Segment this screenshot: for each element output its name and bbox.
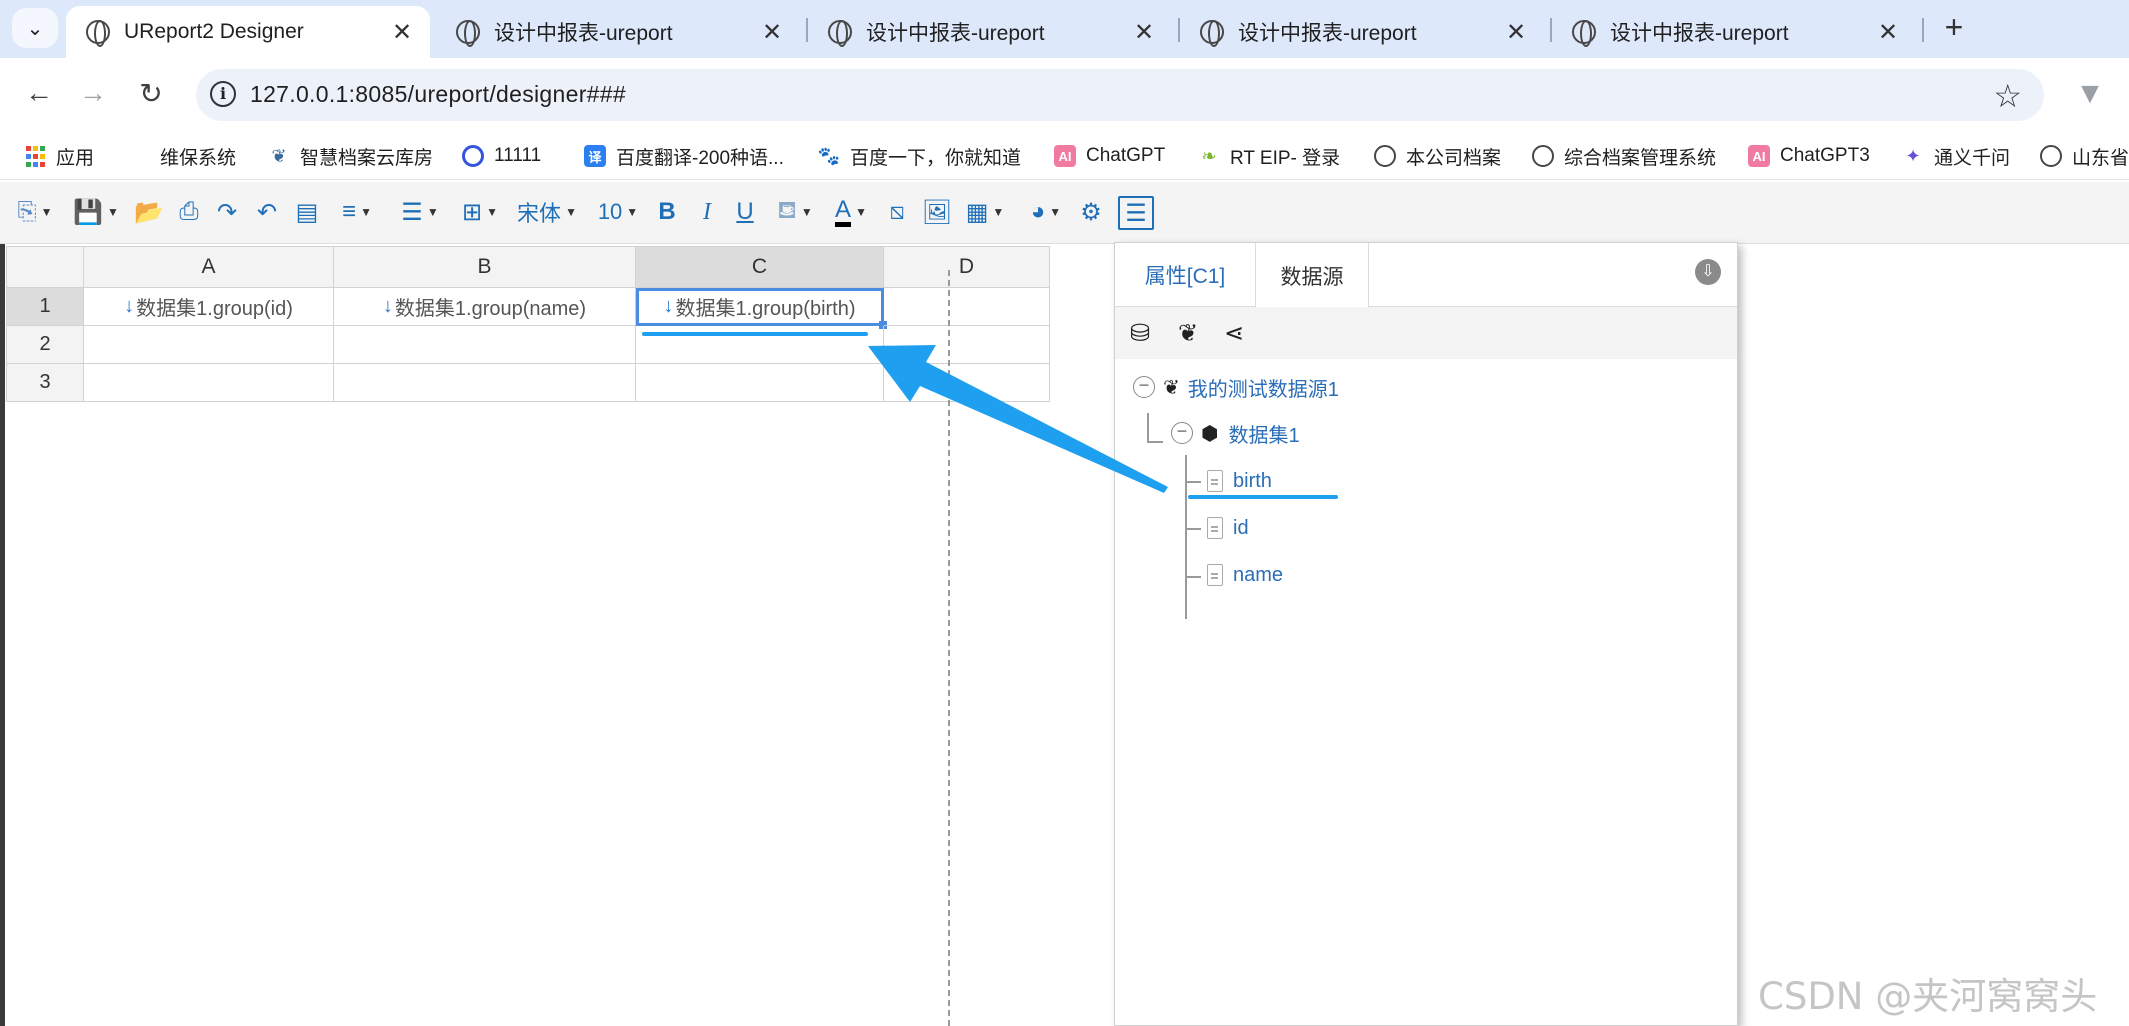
- watermark: CSDN @夹河窝窝头: [1758, 975, 2098, 1018]
- annotation-arrow: [868, 345, 1168, 493]
- arrow-shape: [868, 345, 1168, 493]
